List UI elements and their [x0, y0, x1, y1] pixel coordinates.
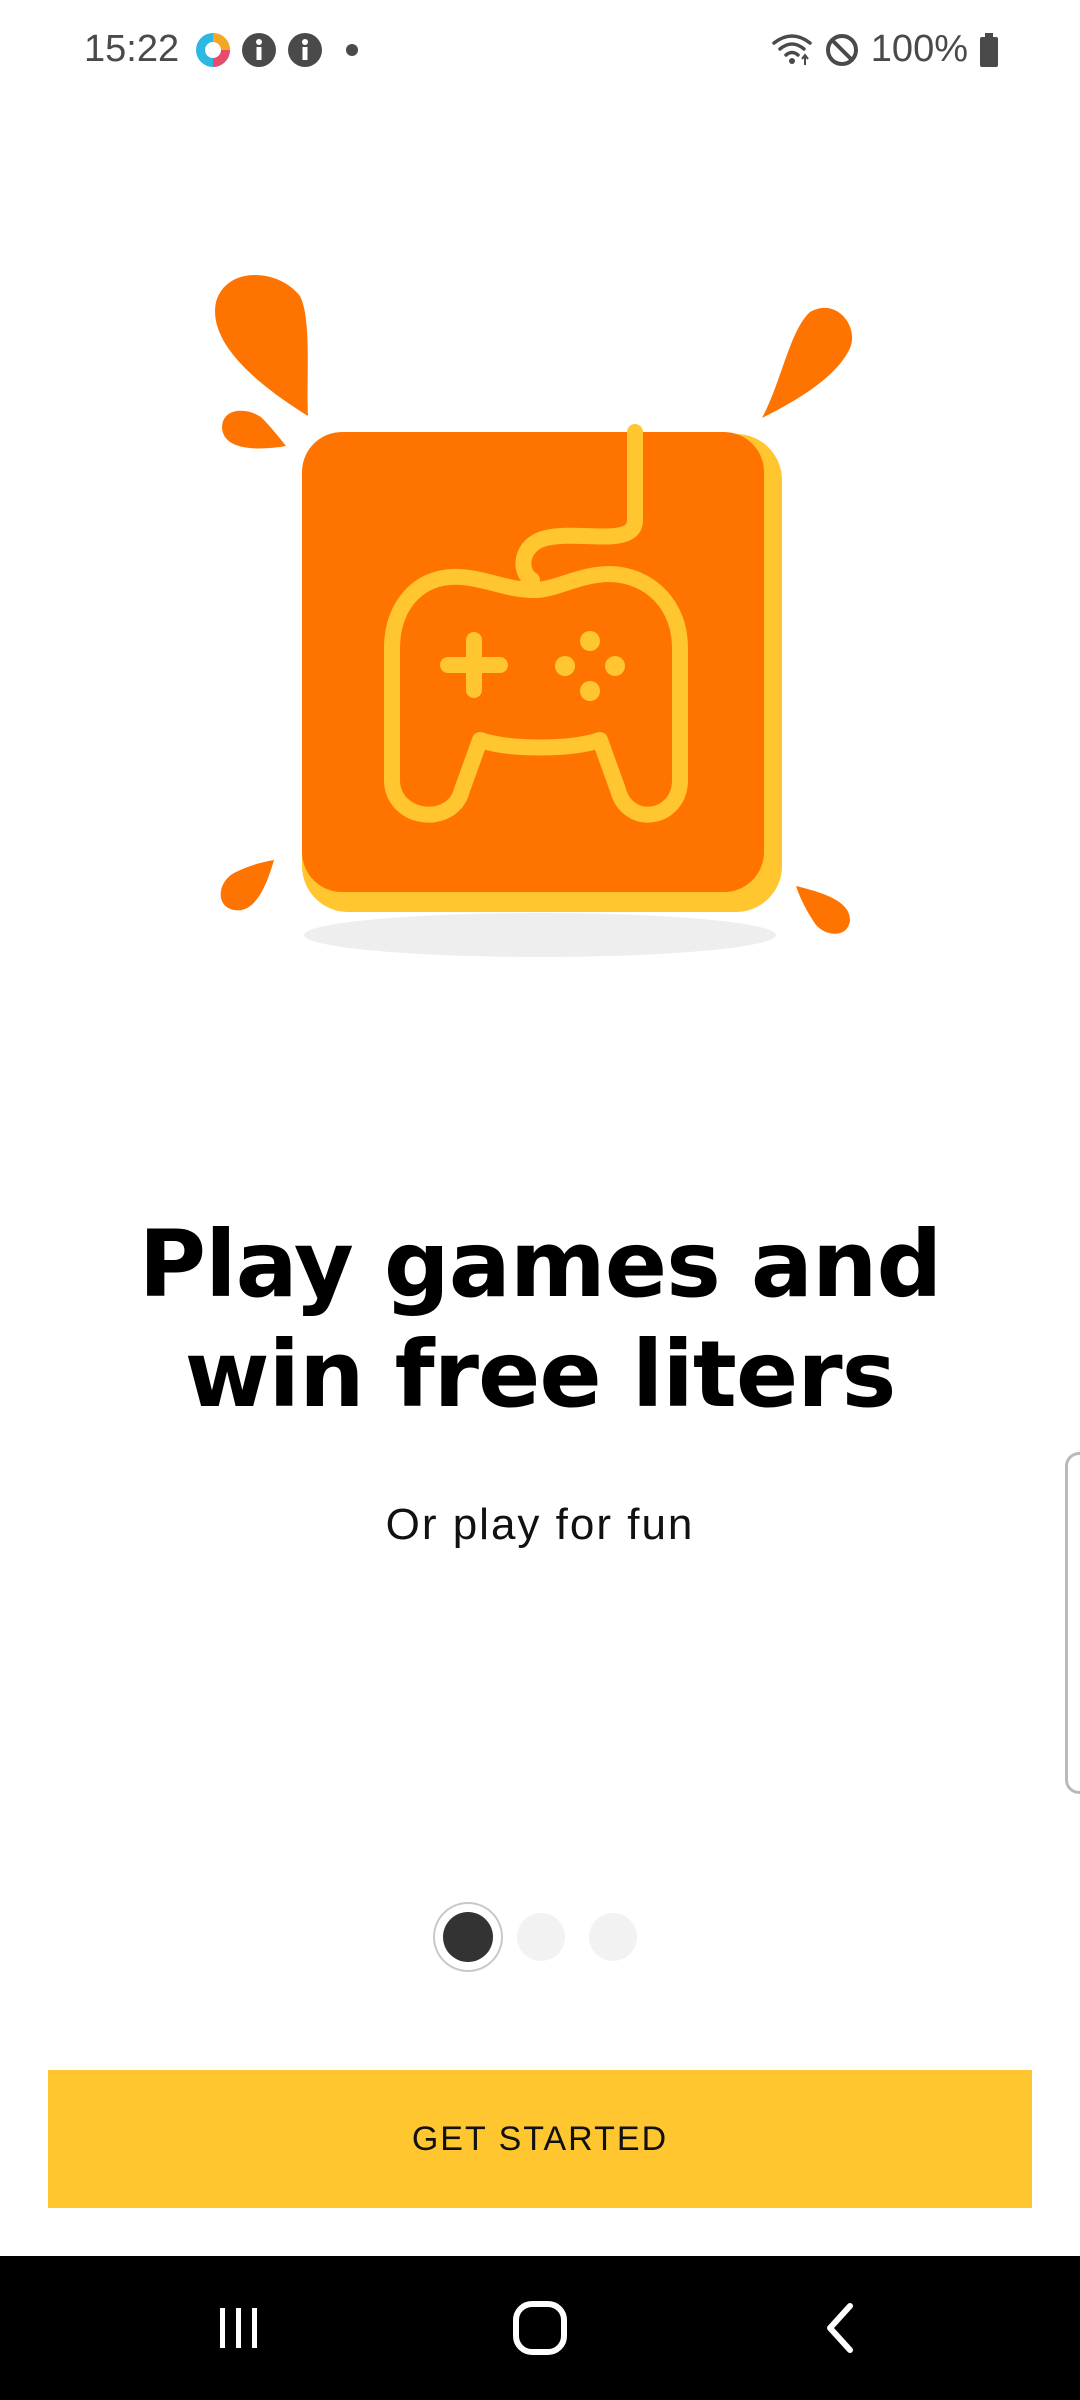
get-started-button[interactable]: GET STARTED	[48, 2070, 1032, 2208]
info-icon	[288, 33, 322, 67]
battery-percentage: 100%	[870, 28, 968, 70]
battery-icon	[980, 32, 998, 67]
system-icons: 100%	[771, 28, 1000, 71]
tile-shadow	[304, 913, 776, 957]
page-dot[interactable]	[517, 1913, 565, 1961]
game-controller-illustration	[215, 274, 853, 957]
navigation-bar	[0, 2256, 1080, 2400]
page-dot[interactable]	[589, 1913, 637, 1961]
splash-drop-bottom-left	[220, 860, 274, 911]
back-button[interactable]	[742, 2256, 942, 2400]
recent-apps-icon	[220, 2308, 257, 2348]
home-button[interactable]	[440, 2256, 640, 2400]
tile-front	[302, 432, 764, 892]
onboarding-subline: Or play for fun	[385, 1500, 695, 1549]
edge-panel-handle[interactable]	[1065, 1452, 1080, 1794]
page-dot-active[interactable]	[443, 1912, 493, 1962]
recent-apps-button[interactable]	[138, 2256, 338, 2400]
onboarding-screen: 15:22 100% Play games and win free liter…	[0, 0, 1080, 2400]
app-icon	[196, 33, 230, 67]
home-icon	[513, 2301, 567, 2355]
dot-icon	[346, 44, 358, 56]
status-time: 15:22	[84, 28, 180, 70]
splash-drop-top-right	[762, 307, 853, 418]
page-indicator	[0, 1912, 1080, 1962]
info-icon	[242, 33, 276, 67]
splash-drop-top-left	[215, 274, 308, 416]
splash-drop-left-small	[222, 410, 286, 449]
status-bar: 15:22 100%	[0, 0, 1080, 104]
wifi-icon	[772, 33, 812, 65]
notification-icons	[194, 31, 362, 69]
splash-drop-bottom-right	[796, 886, 850, 934]
do-not-disturb-icon	[825, 33, 858, 66]
back-icon	[827, 2303, 853, 2353]
onboarding-headline: Play games and win free liters	[138, 1211, 943, 1428]
